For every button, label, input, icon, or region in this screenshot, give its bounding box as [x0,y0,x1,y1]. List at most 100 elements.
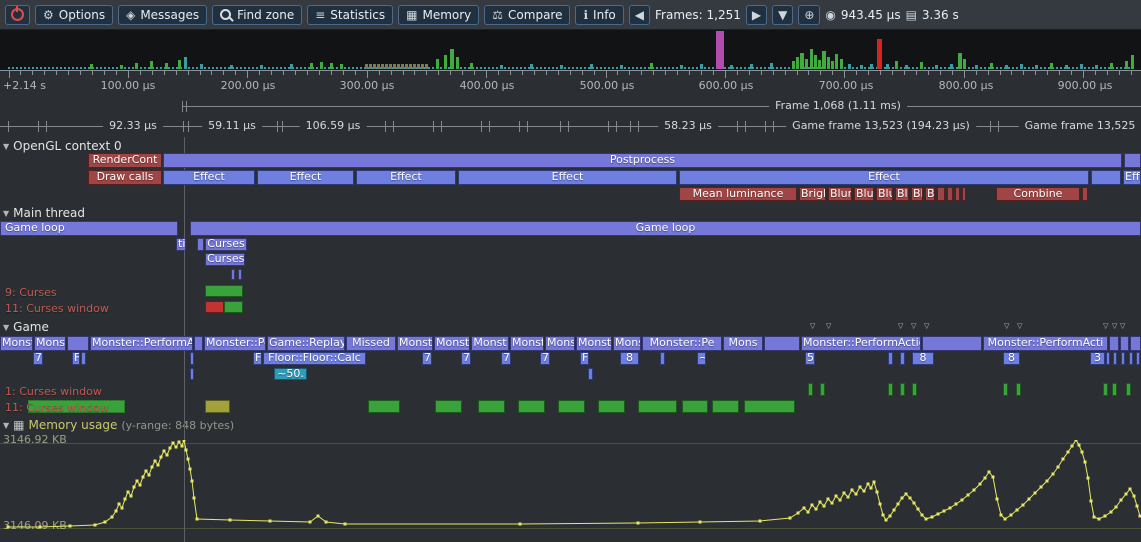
zone[interactable] [1109,336,1119,351]
zone-monste[interactable]: Monste [34,336,66,351]
zone-blur[interactable]: Blur [911,187,923,201]
zone-effect[interactable]: Effect [458,170,677,185]
zone[interactable] [1016,383,1021,396]
zone-curses[interactable]: Curses [205,238,247,251]
message-marker-icon[interactable]: ▽ [1112,322,1117,330]
zone-8[interactable]: 8 [620,352,639,365]
zone-monst[interactable]: Monst [510,336,544,351]
zone[interactable] [368,400,400,413]
zone-effect[interactable]: Effect [679,170,1089,185]
zone-ti[interactable]: ti [176,238,186,251]
zone[interactable] [1106,352,1110,365]
zone[interactable] [588,368,593,380]
zone-mons[interactable]: Mons [613,336,641,351]
zone[interactable] [1113,352,1117,365]
message-marker-icon[interactable]: ▽ [924,322,929,330]
zone[interactable] [1129,352,1133,365]
zone[interactable] [67,336,89,351]
lock-label[interactable]: 11: Curses window [5,302,109,315]
zone[interactable] [955,187,960,201]
zone-mean-luminance[interactable]: Mean luminance [679,187,797,201]
zone-blur[interactable]: Blur [895,187,909,201]
zone-brigh[interactable]: Brigh [799,187,826,201]
zone[interactable] [820,383,825,396]
message-marker-icon[interactable]: ▽ [826,322,831,330]
zone-rendercont[interactable]: RenderCont [88,153,162,168]
message-marker-icon[interactable]: ▽ [1004,322,1009,330]
message-marker-icon[interactable]: ▽ [1103,322,1108,330]
zone[interactable] [682,400,708,413]
message-marker-icon[interactable]: ▽ [1017,322,1022,330]
zone-monste[interactable]: Monste [576,336,612,351]
zone[interactable] [1003,383,1008,396]
zone-effe[interactable]: Effe [1123,170,1141,185]
zone[interactable] [598,400,625,413]
zone[interactable] [518,400,545,413]
zone-monster-performa[interactable]: Monster::PerformA [90,336,193,351]
zone-f[interactable]: F [580,352,589,365]
zone-blur[interactable]: Blur [854,187,874,201]
zone[interactable] [1130,336,1141,351]
zone-monster-pe[interactable]: Monster::Pe [204,336,266,351]
section-main-thread-header[interactable]: ▼ Main thread [3,206,85,220]
zone-f[interactable]: F [253,352,262,365]
zone-game-loop[interactable]: Game loop [0,221,178,236]
zone[interactable] [1121,352,1125,365]
zone[interactable] [231,269,235,280]
message-marker-icon[interactable]: ▽ [810,322,815,330]
zone[interactable] [900,352,905,365]
section-opengl-header[interactable]: ▼ OpenGL context 0 [3,139,122,153]
zone[interactable] [1124,153,1141,168]
zone[interactable] [922,336,982,351]
zone[interactable] [478,400,505,413]
zone[interactable] [1112,383,1117,396]
zone[interactable] [888,383,893,396]
zone-8[interactable]: 8 [1003,352,1020,365]
zone[interactable] [1082,187,1088,201]
zone[interactable] [205,400,230,413]
zone[interactable] [808,383,813,396]
zone-monster-pe[interactable]: Monster::Pe [642,336,722,351]
zone-monste[interactable]: Monste [0,336,33,351]
zone-floor-floor-calc[interactable]: Floor::Floor::Calc [263,352,366,365]
zone[interactable] [1126,383,1131,396]
zone-7[interactable]: 7 [461,352,471,365]
zone-missed[interactable]: Missed [346,336,396,351]
zone[interactable] [224,301,243,313]
zone-8[interactable]: 8 [912,352,934,365]
zone[interactable] [81,352,86,365]
message-marker-icon[interactable]: ▽ [898,322,903,330]
zone[interactable] [1120,336,1129,351]
zone[interactable] [937,187,945,201]
zone-monster-performacti[interactable]: Monster::PerformActi [983,336,1108,351]
zone[interactable] [558,400,585,413]
zone[interactable] [190,352,194,365]
zone[interactable] [900,383,905,396]
zone-monst[interactable]: Monst [397,336,433,351]
zone-5[interactable]: 5 [805,352,815,365]
zone[interactable] [660,352,665,365]
zone-[interactable]: ~ [697,352,706,365]
zone[interactable] [205,301,224,313]
zone-postprocess[interactable]: Postprocess [163,153,1122,168]
zone-monst[interactable]: Monst [545,336,575,351]
zone[interactable] [205,285,243,297]
zone-draw-calls[interactable]: Draw calls [88,170,162,185]
zone[interactable] [197,238,204,251]
zone[interactable] [962,187,966,201]
zone[interactable] [712,400,739,413]
zone-7[interactable]: 7 [33,352,43,365]
zone-f[interactable]: F [72,352,80,365]
zone-blur[interactable]: Blur [925,187,935,201]
lock-label[interactable]: 9: Curses [5,286,57,299]
zone-3[interactable]: 3 [1090,352,1105,365]
zone-blur[interactable]: Blur [828,187,852,201]
zone-7[interactable]: 7 [501,352,511,365]
zone[interactable] [912,383,917,396]
message-marker-icon[interactable]: ▽ [911,322,916,330]
section-memory-header[interactable]: ▼ ▦ Memory usage (y-range: 848 bytes) [3,418,234,432]
zone[interactable] [194,336,203,351]
zone[interactable] [1103,383,1108,396]
zone-effect[interactable]: Effect [356,170,456,185]
zone[interactable] [190,368,194,380]
